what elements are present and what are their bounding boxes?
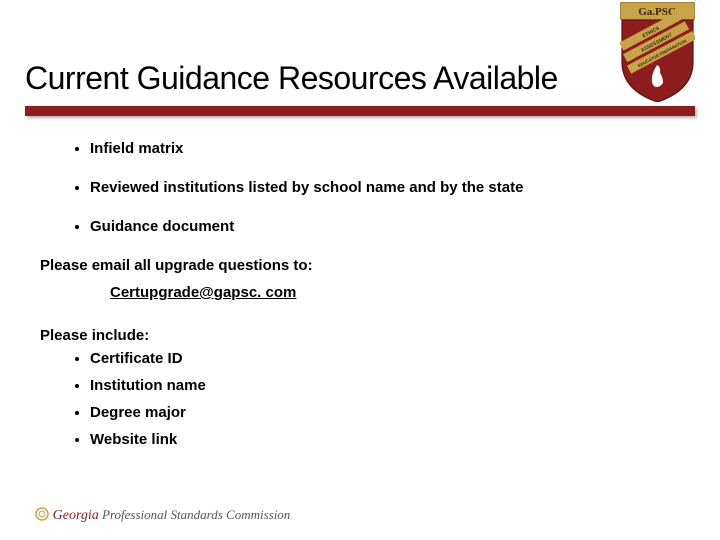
- list-item: Certificate ID: [90, 350, 680, 367]
- list-item: Infield matrix: [90, 140, 680, 157]
- guidance-resources-list: Infield matrix Reviewed institutions lis…: [40, 140, 680, 235]
- email-prompt: Please email all upgrade questions to:: [40, 257, 680, 274]
- content-area: Infield matrix Reviewed institutions lis…: [40, 140, 680, 458]
- include-prompt: Please include:: [40, 327, 680, 344]
- georgia-seal-icon: [35, 507, 49, 521]
- list-item: Degree major: [90, 404, 680, 421]
- contact-email-link[interactable]: Certupgrade@gapsc. com: [110, 284, 296, 301]
- list-item: Reviewed institutions listed by school n…: [90, 179, 680, 196]
- slide: Ga.PSC ETHICS ASSESSMENT EDUCATOR PREPAR…: [0, 0, 720, 540]
- footer-org-rest: Professional Standards Commission: [99, 507, 291, 522]
- footer-org-prefix: Georgia: [53, 508, 99, 523]
- list-item: Guidance document: [90, 218, 680, 235]
- footer-org-logo: Georgia Professional Standards Commissio…: [35, 507, 290, 524]
- include-list: Certificate ID Institution name Degree m…: [40, 350, 680, 448]
- page-title: Current Guidance Resources Available: [25, 60, 695, 97]
- title-underline-bar: [25, 106, 695, 116]
- list-item: Website link: [90, 431, 680, 448]
- list-item: Institution name: [90, 377, 680, 394]
- email-line: Certupgrade@gapsc. com: [110, 284, 680, 301]
